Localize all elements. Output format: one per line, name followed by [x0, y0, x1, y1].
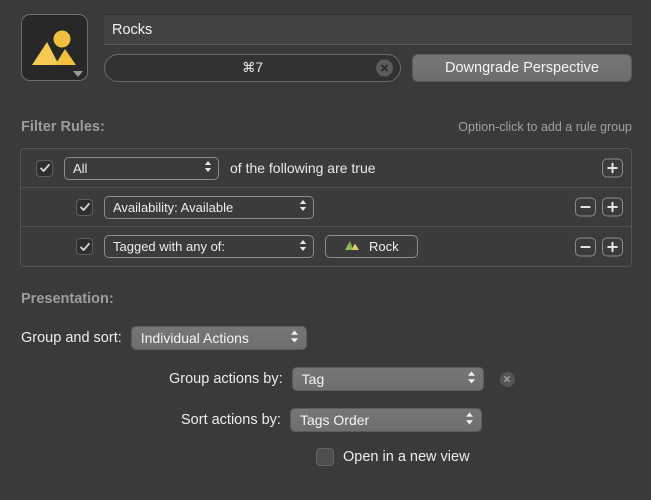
open-in-new-view-label: Open in a new view — [343, 449, 470, 465]
sort-actions-by-popup[interactable]: Tags Order — [289, 408, 482, 432]
rule-criterion-value: Availability: Available — [113, 199, 234, 215]
chevron-updown-icon — [298, 238, 308, 256]
chevron-updown-icon — [203, 159, 213, 177]
chevron-updown-icon — [289, 329, 300, 348]
icon-disclosure-triangle-icon[interactable] — [73, 71, 83, 77]
rule-criterion-popup[interactable]: Availability: Available — [104, 195, 314, 219]
clear-shortcut-icon[interactable] — [376, 59, 393, 77]
presentation-heading: Presentation: — [21, 291, 114, 307]
perspective-icon-well[interactable] — [21, 14, 88, 81]
open-in-new-view-row[interactable]: Open in a new view — [316, 448, 470, 466]
sort-actions-by-label: Sort actions by: — [181, 412, 281, 428]
perspective-editor-panel: Rocks ⌘7 Downgrade Perspective Filter Ru… — [0, 0, 651, 500]
open-in-new-view-checkbox[interactable] — [316, 448, 334, 466]
rule-group-actions — [602, 158, 623, 178]
group-and-sort-popup[interactable]: Individual Actions — [130, 326, 307, 350]
rule-actions — [575, 237, 623, 256]
filter-rules-heading: Filter Rules: — [21, 119, 105, 135]
keyboard-shortcut-field[interactable]: ⌘7 — [104, 54, 401, 82]
rule-checkbox[interactable] — [76, 198, 93, 216]
add-rule-button[interactable] — [602, 237, 623, 256]
rule-group-match-popup[interactable]: All — [64, 156, 219, 180]
rule-row: Availability: Available — [21, 188, 631, 227]
rule-criterion-value: Tagged with any of: — [113, 239, 226, 254]
chevron-updown-icon — [466, 370, 477, 389]
rule-group-checkbox[interactable] — [36, 159, 53, 177]
group-and-sort-value: Individual Actions — [140, 330, 249, 346]
perspective-name-input[interactable]: Rocks — [104, 14, 632, 45]
perspective-name-value: Rocks — [112, 21, 153, 38]
tag-chip-label: Rock — [369, 239, 399, 254]
tag-chip-rock[interactable]: Rock — [325, 235, 418, 258]
rule-criterion-popup[interactable]: Tagged with any of: — [104, 235, 314, 258]
group-actions-by-label: Group actions by: — [169, 371, 283, 387]
rule-actions — [575, 197, 623, 217]
add-rule-button[interactable] — [602, 197, 623, 217]
filter-rules-box: All of the following are true Availabili… — [20, 148, 632, 267]
rule-group-hint: Option-click to add a rule group — [458, 120, 632, 134]
keyboard-shortcut-value: ⌘7 — [241, 60, 263, 75]
rule-group-row: All of the following are true — [21, 149, 631, 188]
chevron-updown-icon — [464, 411, 475, 430]
rule-row: Tagged with any of: Rock — [21, 227, 631, 266]
add-rule-button[interactable] — [602, 158, 623, 178]
group-actions-by-value: Tag — [301, 371, 325, 387]
rule-group-suffix-text: of the following are true — [230, 160, 376, 176]
rule-checkbox[interactable] — [76, 238, 93, 255]
rule-group-match-value: All — [73, 160, 88, 176]
mountain-tag-icon — [344, 238, 360, 255]
clear-group-actions-by-icon[interactable] — [499, 371, 515, 387]
group-actions-by-row: Group actions by: Tag — [169, 367, 515, 391]
downgrade-perspective-label: Downgrade Perspective — [445, 60, 599, 76]
sort-actions-by-value: Tags Order — [299, 412, 370, 428]
sort-actions-by-row: Sort actions by: Tags Order — [181, 408, 482, 432]
chevron-updown-icon — [298, 198, 308, 216]
group-and-sort-row: Group and sort: Individual Actions — [21, 326, 307, 350]
group-and-sort-label: Group and sort: — [21, 330, 122, 346]
group-actions-by-popup[interactable]: Tag — [291, 367, 484, 391]
downgrade-perspective-button[interactable]: Downgrade Perspective — [412, 54, 632, 82]
remove-rule-button[interactable] — [575, 197, 596, 217]
remove-rule-button[interactable] — [575, 237, 596, 256]
